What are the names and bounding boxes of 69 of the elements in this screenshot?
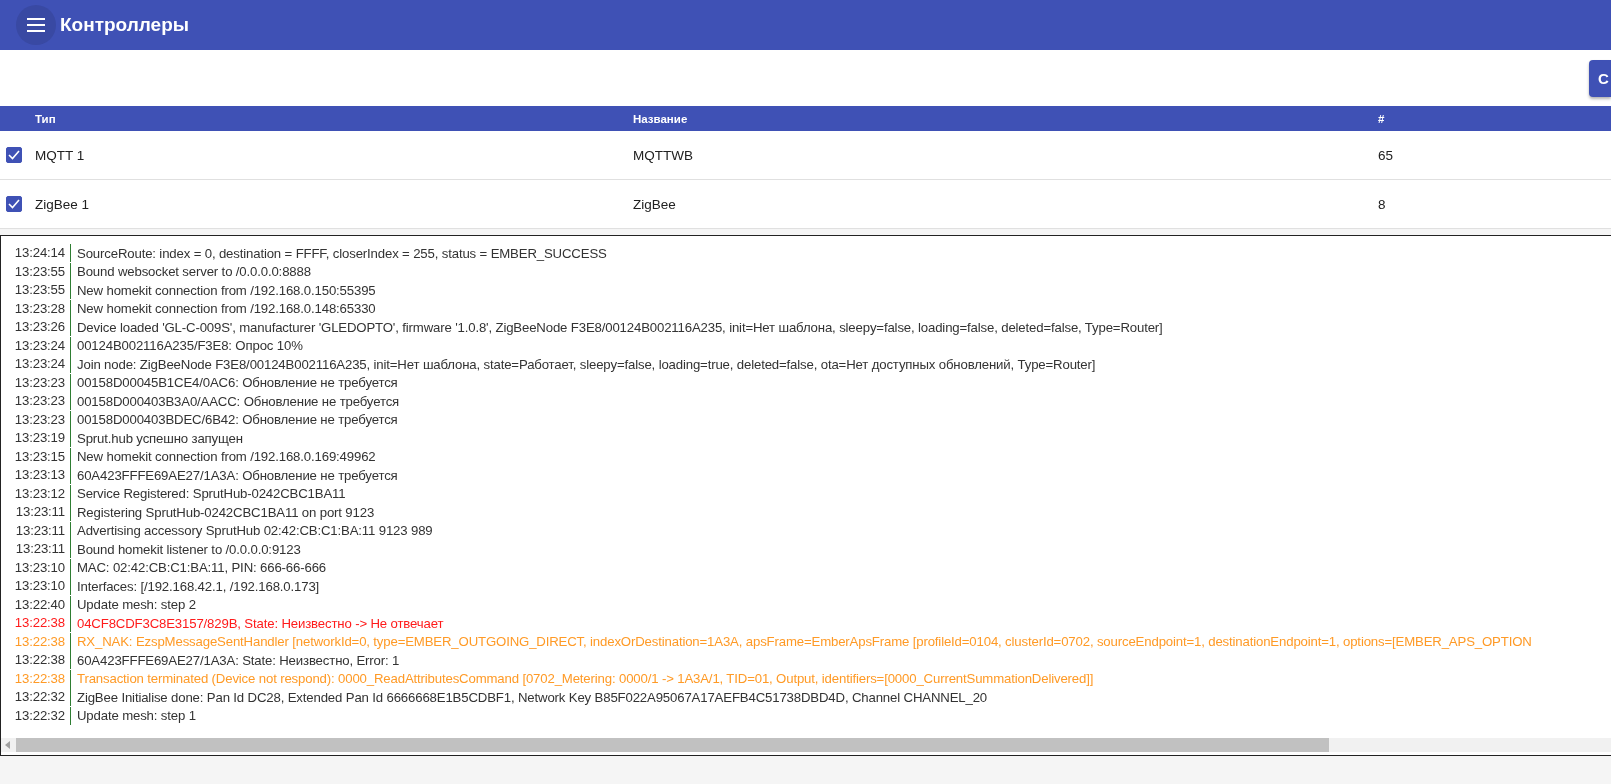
log-time: 13:23:10 <box>1 577 71 596</box>
create-button[interactable]: С <box>1589 59 1611 97</box>
log-time: 13:23:23 <box>1 410 71 429</box>
log-time: 13:23:19 <box>1 429 71 448</box>
log-message: Registering SprutHub-0242CBC1BA11 on port 9123 <box>77 504 375 520</box>
log-time: 13:23:15 <box>1 447 71 466</box>
log-message: Update mesh: step 2 <box>77 597 196 613</box>
log-time: 13:23:13 <box>1 466 71 485</box>
log-time: 13:23:23 <box>1 392 71 411</box>
log-message: RX_NAK: EzspMessageSentHandler [networkId=0, type=EMBER_OUTGOING_DIRECT, indexOrDestination=1A3A, apsFrame=EmberApsFrame [profileId=0104, clusterId=0702, sourceEndpoint=1, destinationEndpoint=1, options=[EMBER_APS_OPTION <box>77 634 1532 650</box>
log-message: Join node: ZigBeeNode F3E8/00124B002116A235, init=Нет шаблона, state=Работает, sleepy=false, loading=true, deleted=false, ota=Нет доступных обновлений, Type=Router] <box>77 356 1096 372</box>
log-time: 13:23:24 <box>1 355 71 374</box>
log-message: New homekit connection from /192.168.0.150:55395 <box>77 282 376 298</box>
log-message: Advertising accessory SprutHub 02:42:CB:C1:BA:11 9123 989 <box>77 523 433 539</box>
row-checkbox[interactable] <box>6 147 22 163</box>
table-cell-text: ZigBee <box>633 196 677 212</box>
log-time: 13:23:11 <box>1 540 71 559</box>
log-time: 13:23:23 <box>1 373 71 392</box>
log-message: 00158D00045B1CE4/0AC6: Обновление не требуется <box>77 375 398 391</box>
log-message: Sprut.hub успешно запущен <box>77 430 243 446</box>
log-message: SourceRoute: index = 0, destination = FFFF, closerIndex = 255, status = EMBER_SUCCESS <box>77 245 607 261</box>
log-message: 00158D000403B3A0/AACC: Обновление не требуется <box>77 393 400 409</box>
log-time: 13:23:28 <box>1 299 71 318</box>
table-cell-text: 65 <box>1378 147 1395 163</box>
horizontal-scrollbar[interactable] <box>1 738 1611 752</box>
log-message: 00124B002116A235/F3E8: Опрос 10% <box>77 338 303 354</box>
log-message: New homekit connection from /192.168.0.148:65330 <box>77 301 376 317</box>
log-message: Service Registered: SprutHub-0242CBC1BA11 <box>77 486 346 502</box>
log-message: MAC: 02:42:CB:C1:BA:11, PIN: 666-66-666 <box>77 560 326 576</box>
log-time: 13:22:38 <box>1 614 71 633</box>
scrollbar-thumb[interactable] <box>16 738 1329 752</box>
log-message: 04CF8CDF3C8E3157/829B, State: Неизвестно -> Не отвечает <box>77 615 444 631</box>
column-header: Название <box>633 112 689 125</box>
log-time: 13:23:11 <box>1 503 71 522</box>
log-message: Bound websocket server to /0.0.0.0:8888 <box>77 264 311 280</box>
log-message: Transaction terminated (Device not respond): 0000_ReadAttributesCommand [0702_Metering: 0000/1 -> 1A3A/1, TID=01, Output, identifiers=[0000_CurrentSummationDelivered]] <box>77 671 1094 687</box>
menu-icon <box>26 18 46 32</box>
column-header: Тип <box>35 112 57 125</box>
column-header: # <box>1378 112 1386 125</box>
log-message: Bound homekit listener to /0.0.0.0:9123 <box>77 541 301 557</box>
menu-button[interactable] <box>16 5 56 45</box>
log-time: 13:23:55 <box>1 262 71 281</box>
log-message: 00158D000403BDEC/6B42: Обновление не требуется <box>77 412 398 428</box>
table-cell-text: MQTTWB <box>633 147 694 163</box>
log-message: Device loaded 'GL-C-009S', manufacturer 'GLEDOPTO', firmware '1.0.8', ZigBeeNode F3E8/00124B002116A235, init=Нет шаблона, sleepy=false, loading=false, deleted=false, Type=Router] <box>77 319 1163 335</box>
log-message: 60A423FFFE69AE27/1A3A: State: Неизвестно, Error: 1 <box>77 652 400 668</box>
log-time: 13:22:38 <box>1 651 71 670</box>
log-time: 13:22:32 <box>1 688 71 707</box>
row-checkbox[interactable] <box>6 196 22 212</box>
log-time: 13:23:55 <box>1 281 71 300</box>
log-message: Interfaces: [/192.168.42.1, /192.168.0.173] <box>77 578 320 594</box>
log-time: 13:22:38 <box>1 669 71 688</box>
log-time: 13:23:10 <box>1 558 71 577</box>
table-cell-text: ZigBee 1 <box>35 196 91 212</box>
page-title: Контроллеры <box>60 14 189 36</box>
log-time: 13:23:24 <box>1 336 71 355</box>
log-message: 60A423FFFE69AE27/1A3A: Обновление не требуется <box>77 467 398 483</box>
table-cell-text: 8 <box>1378 196 1387 212</box>
log-time: 13:23:12 <box>1 484 71 503</box>
log-message: New homekit connection from /192.168.0.169:49962 <box>77 449 376 465</box>
log-time: 13:22:32 <box>1 706 71 725</box>
log-time: 13:23:11 <box>1 521 71 540</box>
log-time: 13:23:26 <box>1 318 71 337</box>
log-time: 13:24:14 <box>1 244 71 263</box>
log-message: ZigBee Initialise done: Pan Id DC28, Extended Pan Id 6666668E1B5CDBF1, Network Key B85F022A95067A17AEFB4C51738DBD4D, Channel CHANNEL_20 <box>77 689 988 705</box>
table-cell-text: MQTT 1 <box>35 147 86 163</box>
log-time: 13:22:38 <box>1 632 71 651</box>
log-time: 13:22:40 <box>1 595 71 614</box>
log-message: Update mesh: step 1 <box>77 708 196 724</box>
